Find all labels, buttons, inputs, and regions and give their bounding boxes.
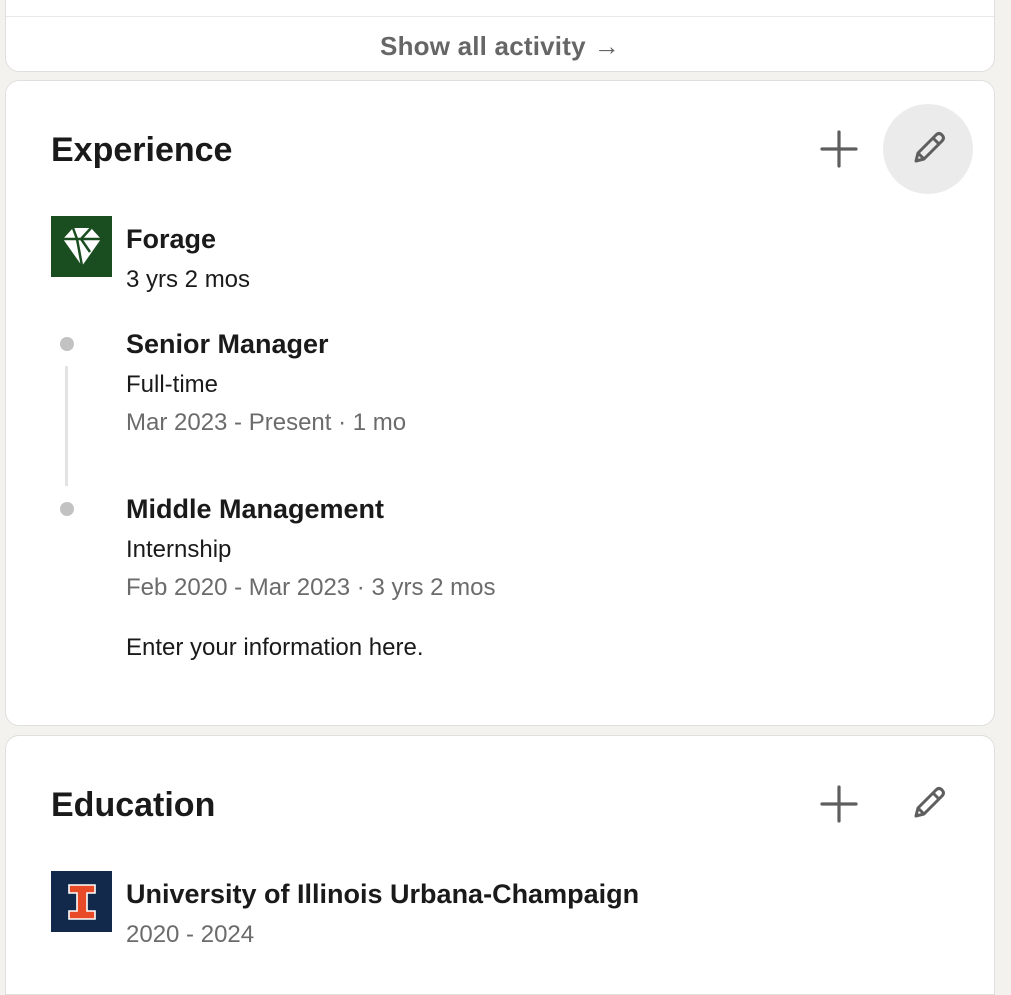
position-dates: Feb 2020 - Mar 2023 · 3 yrs 2 mos [126,574,496,601]
school-dates: 2020 - 2024 [126,921,255,948]
plus-icon [820,785,858,823]
experience-title: Experience [51,131,233,169]
add-experience-button[interactable] [794,104,884,194]
edit-experience-button[interactable] [883,104,973,194]
edit-education-button[interactable] [883,759,973,849]
education-section: Education University of Illinois Urbana-… [5,735,995,995]
company-duration: 3 yrs 2 mos [126,266,251,293]
position-title: Middle Management [126,494,385,524]
show-all-activity-label: Show all activity [380,31,586,61]
position-title: Senior Manager [126,329,329,359]
pencil-icon [914,132,945,163]
experience-section: Experience Forage 3 yrs 2 mos Senior Man… [5,80,995,726]
education-title: Education [51,786,216,824]
illinois-logo[interactable] [51,871,112,932]
activity-card: Show all activity → [5,0,995,72]
position-type: Full-time [126,371,219,398]
arrow-right-icon: → [593,31,620,61]
show-all-activity-button[interactable]: Show all activity → [6,31,994,62]
timeline-line [65,366,68,486]
timeline-dot [60,502,74,516]
company-name[interactable]: Forage [126,224,216,255]
forage-diamond-icon [62,226,101,266]
plus-icon [820,130,858,168]
divider [6,16,994,17]
position-dates: Mar 2023 - Present · 1 mo [126,409,407,436]
add-education-button[interactable] [794,759,884,849]
pencil-icon [914,787,945,818]
school-name[interactable]: University of Illinois Urbana-Champaign [126,879,639,910]
block-i-icon [67,883,96,920]
position-type: Internship [126,536,232,563]
forage-logo[interactable] [51,216,112,277]
position-description: Enter your information here. [126,634,424,661]
timeline-dot [60,337,74,351]
